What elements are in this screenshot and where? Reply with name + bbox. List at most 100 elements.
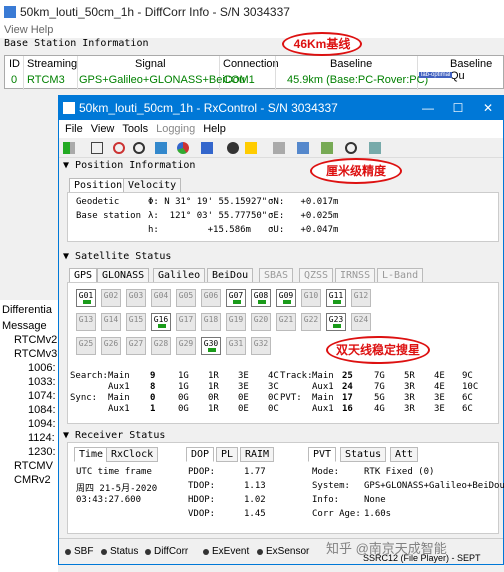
satellite-g32[interactable]: G32 [251,337,271,355]
minimize-button[interactable]: — [413,96,443,120]
satellite-section-header[interactable]: ▼ Satellite Status [63,251,171,262]
pie-icon[interactable] [177,142,189,154]
satellite-g22[interactable]: G22 [301,313,321,331]
tab-beidou[interactable]: BeiDou [207,268,254,283]
tab-gps[interactable]: GPS [69,268,98,283]
tab-raim[interactable]: RAIM [240,447,275,462]
maximize-button[interactable]: ☐ [443,96,473,120]
tab-velocity[interactable]: Velocity [123,178,182,193]
settings-icon[interactable] [227,142,239,154]
satellite-g16[interactable]: G16 [151,313,171,331]
satellite-g02[interactable]: G02 [101,289,121,307]
tab-time[interactable]: Time [74,447,109,462]
satellite-g11[interactable]: G11 [326,289,346,307]
list-item[interactable]: 1033: [28,376,56,388]
tab-pl[interactable]: PL [216,447,239,462]
satellite-g21[interactable]: G21 [276,313,296,331]
satellite-g28[interactable]: G28 [151,337,171,355]
window-icon[interactable] [297,142,309,154]
leaf-icon[interactable] [321,142,333,154]
menu-view[interactable]: View [91,123,115,135]
list-item[interactable]: RTCMv2 [14,334,57,346]
satellite-g31[interactable]: G31 [226,337,246,355]
satellite-g24[interactable]: G24 [351,313,371,331]
list-item[interactable]: 1124: [28,432,55,444]
status-diffcorr[interactable]: DiffCorr [145,546,188,557]
menu-help[interactable]: Help [203,123,226,135]
satellite-g23[interactable]: G23 [326,313,346,331]
list-item[interactable]: RTCMV [14,460,53,472]
col-baseline[interactable]: Baseline [330,58,372,70]
tab-galileo[interactable]: Galileo [153,268,206,283]
satellite-g15[interactable]: G15 [126,313,146,331]
crosshair-icon[interactable] [133,142,145,154]
receiver-section-header[interactable]: ▼ Receiver Status [63,430,165,441]
status-status[interactable]: Status [101,546,138,557]
col-id[interactable]: ID [9,58,20,70]
image-icon[interactable] [369,142,381,154]
list-item[interactable]: 1006: [28,362,56,374]
satellite-g10[interactable]: G10 [301,289,321,307]
satellite-g30[interactable]: G30 [201,337,221,355]
satellite-g20[interactable]: G20 [251,313,271,331]
tab-dop[interactable]: DOP [186,447,215,462]
satellite-g18[interactable]: G18 [201,313,221,331]
grid-icon[interactable] [91,142,103,154]
satellite-g09[interactable]: G09 [276,289,296,307]
status-exsensor[interactable]: ExSensor [257,546,309,557]
satellite-g19[interactable]: G19 [226,313,246,331]
list-item[interactable]: 1230: [28,446,56,458]
satellite-g01[interactable]: G01 [76,289,96,307]
position-section-header[interactable]: ▼ Position Information [63,160,195,171]
sky-icon[interactable] [201,142,213,154]
list-item[interactable]: 1084: [28,404,56,416]
satellite-g05[interactable]: G05 [176,289,196,307]
col-baseline-quality[interactable]: Baseline Qu [450,58,503,82]
satellite-g12[interactable]: G12 [351,289,371,307]
tab-sbas[interactable]: SBAS [259,268,294,283]
signal-icon[interactable] [63,142,75,154]
col-signal[interactable]: Signal [135,58,166,70]
satellite-g26[interactable]: G26 [101,337,121,355]
tab-status[interactable]: Status [340,447,387,462]
back-menubar[interactable]: View Help [0,24,504,38]
col-streaming[interactable]: Streaming [27,58,77,70]
col-connection[interactable]: Connection [223,58,279,70]
satellite-g27[interactable]: G27 [126,337,146,355]
satellite-g07[interactable]: G07 [226,289,246,307]
map-icon[interactable] [273,142,285,154]
satellite-g06[interactable]: G06 [201,289,221,307]
satellite-g13[interactable]: G13 [76,313,96,331]
hdop-value: 1.02 [244,495,266,505]
palette-icon[interactable] [245,142,257,154]
globe-icon[interactable] [113,142,125,154]
satellite-g03[interactable]: G03 [126,289,146,307]
satellite-g08[interactable]: G08 [251,289,271,307]
list-item[interactable]: RTCMv3 [14,348,57,360]
status-exevent[interactable]: ExEvent [203,546,249,557]
menu-tools[interactable]: Tools [122,123,148,135]
tab-att[interactable]: Att [390,447,419,462]
signal-bar-icon [208,348,216,352]
tab-lband[interactable]: L-Band [377,268,424,283]
satellite-g14[interactable]: G14 [101,313,121,331]
search-icon[interactable] [345,142,357,154]
chart-icon[interactable] [155,142,167,154]
satellite-g29[interactable]: G29 [176,337,196,355]
satellite-g04[interactable]: G04 [151,289,171,307]
menu-file[interactable]: File [65,123,83,135]
tab-position[interactable]: Position [69,178,128,193]
status-sbf[interactable]: SBF [65,546,93,557]
tab-irnss[interactable]: IRNSS [335,268,376,283]
tab-glonass[interactable]: GLONASS [97,268,150,283]
list-item[interactable]: 1094: [28,418,56,430]
menu-logging[interactable]: Logging [156,123,195,135]
list-item[interactable]: CMRv2 [14,474,51,486]
tab-pvt[interactable]: PVT [308,447,337,462]
satellite-g25[interactable]: G25 [76,337,96,355]
tab-qzss[interactable]: QZSS [299,268,334,283]
tab-rxclock[interactable]: RxClock [106,447,159,462]
close-button[interactable]: ✕ [473,96,503,120]
list-item[interactable]: 1074: [28,390,56,402]
satellite-g17[interactable]: G17 [176,313,196,331]
